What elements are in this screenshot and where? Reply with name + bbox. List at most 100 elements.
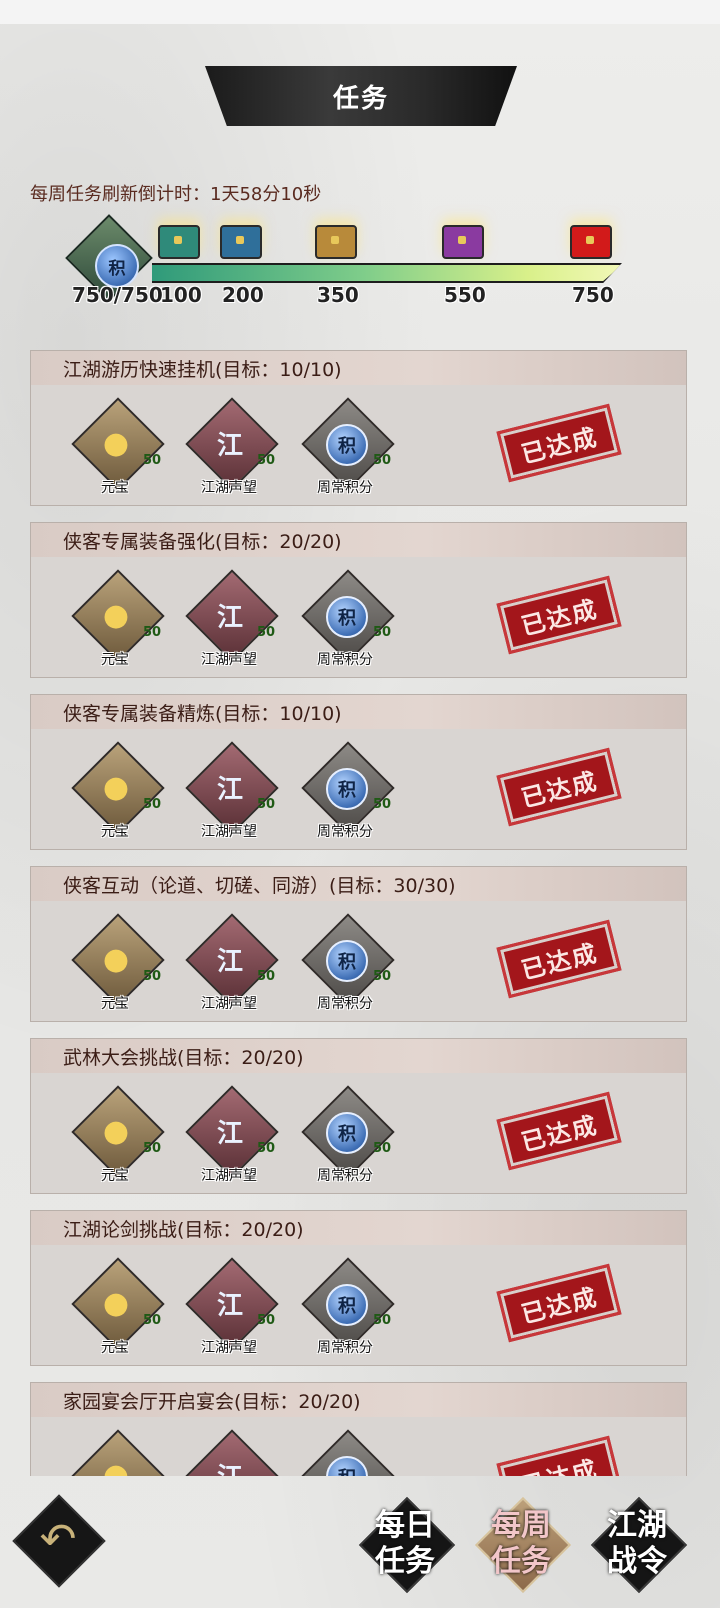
reward-chest-icon[interactable]: [158, 225, 200, 259]
task-card[interactable]: 侠客互动（论道、切磋、同游）(目标：30/30) ● 50 元宝江 50 江湖声望积 50 周…: [30, 866, 687, 1022]
reward-quantity: 50: [257, 453, 276, 468]
task-rewards: ●50元宝江50江湖声望积50周常积分已达成: [31, 1245, 686, 1365]
task-card[interactable]: 江湖游历快速挂机(目标：10/10) ● 50 元宝江 50 江湖声望积 50 周常积分 已达成: [30, 350, 687, 506]
tab-label-line1: 江湖: [607, 1508, 667, 1543]
task-rewards: ●50元宝江50江湖声望积50周常积分已达成: [31, 901, 686, 1021]
gold-ingot-icon: ●: [102, 1285, 130, 1321]
coin-icon: 积: [326, 940, 368, 982]
gold-ingot-icon: ●: [102, 769, 130, 805]
tab-label: 每周 任务: [476, 1504, 566, 1584]
milestone-label: 350: [317, 283, 359, 307]
gold-ingot-icon: ●: [102, 1113, 130, 1149]
coin-icon: 积: [326, 1112, 368, 1154]
tab-daily-tasks[interactable]: 每日 任务: [358, 1496, 456, 1594]
task-title: 侠客专属装备精炼(目标：10/10): [31, 695, 686, 729]
reward-name: 江湖声望: [201, 652, 257, 668]
flag-icon: 江: [209, 1455, 251, 1477]
gold-ingot-icon: ●: [102, 597, 130, 633]
reward-quantity: 50: [257, 969, 276, 984]
reward-item[interactable]: 积50周常积分: [299, 397, 395, 507]
tab-label-line2: 任务: [375, 1544, 435, 1579]
coin-icon: 积: [326, 768, 368, 810]
reward-item[interactable]: 江 50江湖声望: [183, 569, 279, 679]
reward-item[interactable]: 积50周常积分: [299, 569, 395, 679]
tab-label: 江湖 战令: [592, 1504, 682, 1584]
reward-item[interactable]: ●50元宝: [69, 1085, 165, 1195]
completed-stamp: 已达成: [496, 1435, 622, 1476]
task-list[interactable]: 江湖游历快速挂机(目标：10/10) ● 50 元宝江 50 江湖声望积 50 周常积分 已达成…: [30, 350, 690, 1476]
points-coin-icon: 积: [95, 244, 139, 288]
reward-item[interactable]: 江50江湖声望: [183, 913, 279, 1023]
back-arrow-icon[interactable]: ↶: [35, 1512, 81, 1566]
tab-battle-pass[interactable]: 江湖 战令: [590, 1496, 688, 1594]
reward-item[interactable]: 江50江湖声望: [183, 1429, 279, 1477]
task-card[interactable]: 江湖论剑挑战(目标：20/20) ● 50 元宝江 50 江湖声望积 50 周常积分 已达成: [30, 1210, 687, 1366]
coin-icon: 积: [326, 424, 368, 466]
reward-item[interactable]: ●50元宝: [69, 741, 165, 851]
milestone-label: 100: [160, 283, 202, 307]
flag-icon: 江: [216, 602, 243, 633]
task-title: 江湖游历快速挂机(目标：10/10): [31, 351, 686, 385]
reward-item[interactable]: 积 50周常积分: [299, 1085, 395, 1195]
task-title: 侠客互动（论道、切磋、同游）(目标：30/30): [31, 867, 686, 901]
reward-quantity: 50: [373, 797, 392, 812]
task-title: 江湖论剑挑战(目标：20/20): [31, 1211, 686, 1245]
reward-chest-icon[interactable]: [442, 225, 484, 259]
task-card[interactable]: 侠客专属装备强化(目标：20/20) ● 50 元宝江 50 江湖声望积 50 周常积分 已达成: [30, 522, 687, 678]
milestone-label: 200: [222, 283, 264, 307]
task-title: 武林大会挑战(目标：20/20): [31, 1039, 686, 1073]
gold-ingot-icon: ●: [102, 425, 130, 461]
task-card[interactable]: 侠客专属装备精炼(目标：10/10) ● 50 元宝江 50 江湖声望积 50 周常积分 已达成: [30, 694, 687, 850]
reward-item[interactable]: ●50元宝: [69, 397, 165, 507]
reward-item[interactable]: 江50江湖声望: [183, 1257, 279, 1367]
reward-item[interactable]: 江 50江湖声望: [183, 397, 279, 507]
reward-item[interactable]: 积50周常积分: [299, 741, 395, 851]
reward-chest-icon[interactable]: [570, 225, 612, 259]
reward-quantity: 50: [143, 453, 162, 468]
task-card[interactable]: 家园宴会厅开启宴会(目标：20/20) ●50元宝江50江湖声望积50周常积分 已达…: [30, 1382, 687, 1476]
reward-item[interactable]: 积50周常积分: [299, 913, 395, 1023]
completed-stamp: 已达成: [496, 747, 622, 827]
task-title: 家园宴会厅开启宴会(目标：20/20): [31, 1383, 686, 1417]
task-rewards: ●50元宝江50江湖声望积50周常积分 已达成: [31, 1417, 686, 1476]
reward-item[interactable]: ●50元宝: [69, 1257, 165, 1367]
flag-icon: 江: [216, 1290, 243, 1321]
reward-quantity: 50: [373, 1141, 392, 1156]
reward-item[interactable]: 江50江湖声望: [183, 741, 279, 851]
flag-icon: 江: [216, 774, 243, 805]
reward-name: 周常积分: [317, 652, 373, 668]
reward-item[interactable]: ●50元宝: [69, 1429, 165, 1477]
page-title: 任务: [332, 83, 389, 114]
tab-label-line2: 任务: [491, 1544, 551, 1579]
reward-quantity: 50: [373, 969, 392, 984]
task-card[interactable]: 武林大会挑战(目标：20/20) ● 50 元宝江 50 江湖声望积 50 周常积分 已达成: [30, 1038, 687, 1194]
completed-stamp: 已达成: [496, 403, 622, 483]
reward-item[interactable]: 积50周常积分: [299, 1429, 395, 1476]
reward-quantity: 50: [143, 969, 162, 984]
reward-name: 江湖声望: [201, 1168, 257, 1184]
reward-item[interactable]: 江50江湖声望: [183, 1085, 279, 1195]
tab-label-line1: 每周: [491, 1508, 551, 1543]
reward-chest-icon[interactable]: [315, 225, 357, 259]
task-rewards: ●50元宝江50江湖声望积50周常积分已达成: [31, 729, 686, 849]
tab-weekly-tasks[interactable]: 每周 任务: [474, 1496, 572, 1594]
milestone-label: 750: [572, 283, 614, 307]
reward-item[interactable]: ●50元宝: [69, 913, 165, 1023]
gold-ingot-icon: ●: [102, 1457, 130, 1477]
reward-quantity: 50: [257, 625, 276, 640]
reward-name: 江湖声望: [201, 824, 257, 840]
task-title: 侠客专属装备强化(目标：20/20): [31, 523, 686, 557]
reward-chest-icon[interactable]: [220, 225, 262, 259]
reward-quantity: 50: [143, 797, 162, 812]
countdown-value: 1天58分10秒: [210, 184, 322, 205]
reward-name: 元宝: [101, 1340, 129, 1356]
reward-item[interactable]: 积50周常积分: [299, 1257, 395, 1367]
coin-icon: 积: [326, 1284, 368, 1326]
reward-item[interactable]: ●50元宝: [69, 569, 165, 679]
progress-current: 750/750: [72, 283, 163, 307]
reward-quantity: 50: [257, 1313, 276, 1328]
reward-name: 江湖声望: [201, 480, 257, 496]
reward-name: 周常积分: [317, 1168, 373, 1184]
coin-icon: 积: [326, 596, 368, 638]
flag-icon: 江: [216, 430, 243, 461]
